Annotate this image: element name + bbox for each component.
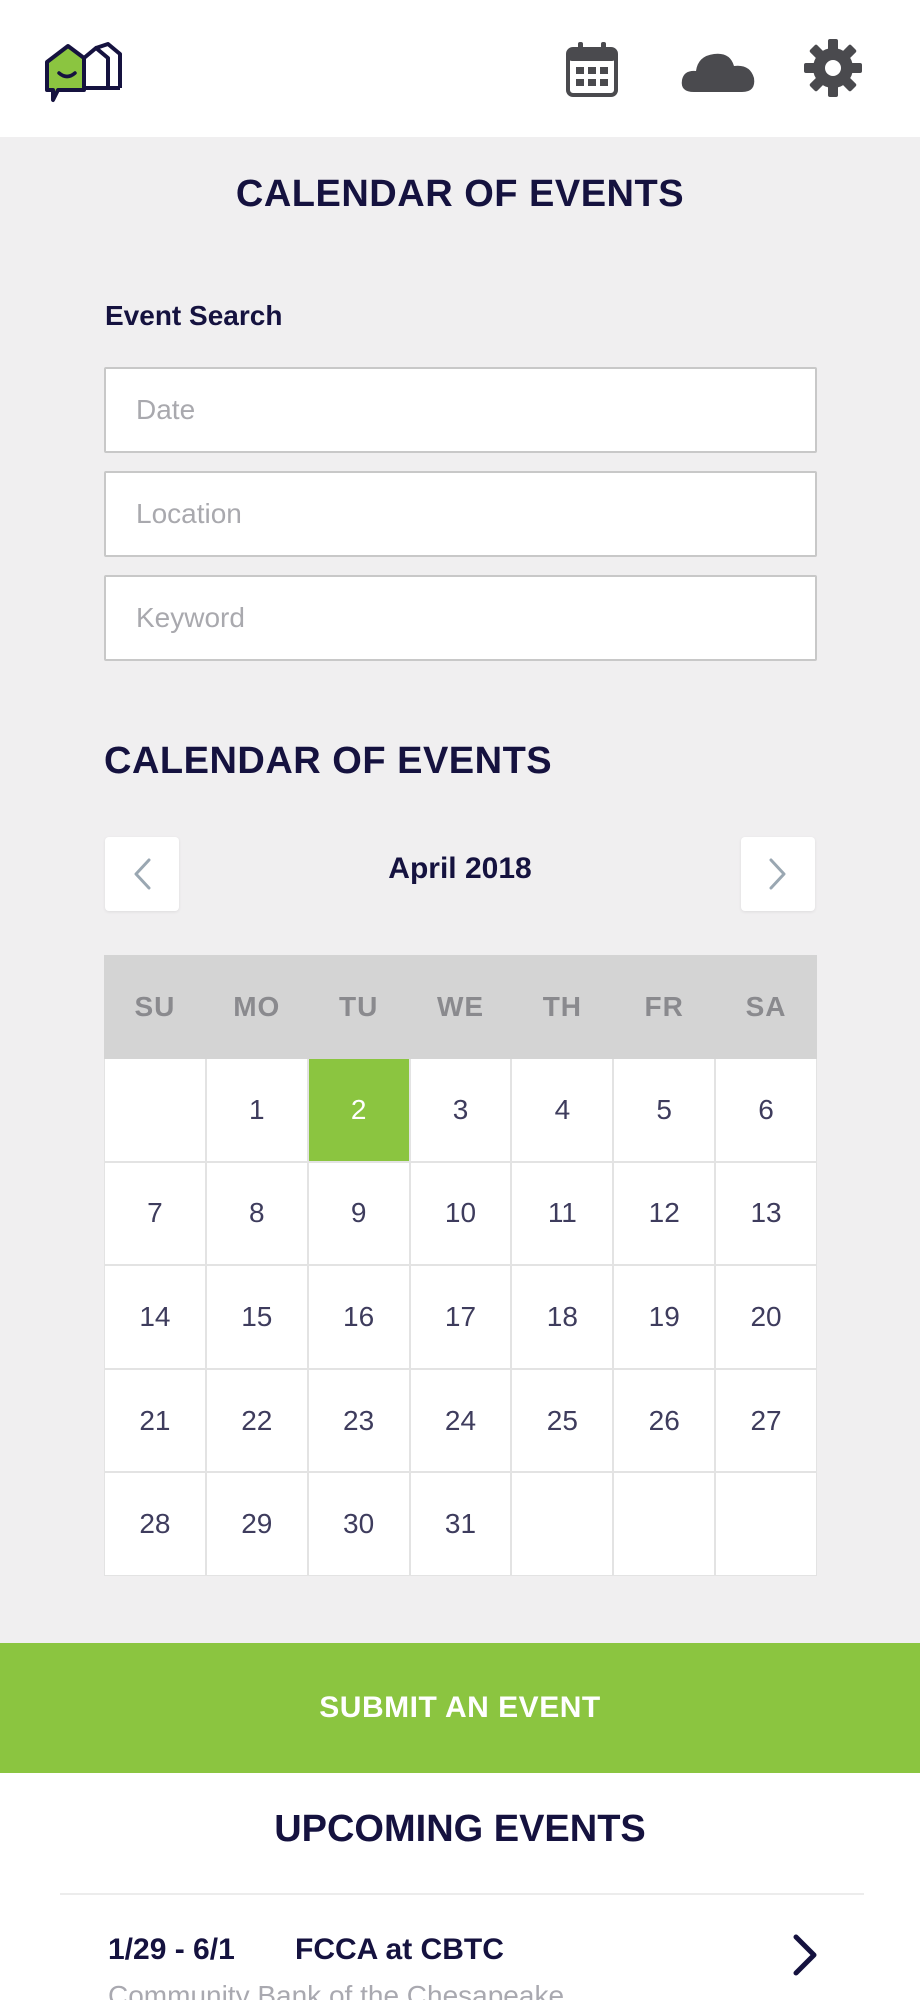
calendar-day-cell[interactable]: 11 (512, 1162, 613, 1265)
gear-icon[interactable] (803, 38, 863, 98)
calendar-icon[interactable] (565, 40, 619, 98)
calendar-day-cell[interactable]: 17 (410, 1266, 511, 1368)
calendar-day-cell[interactable]: 26 (614, 1369, 715, 1472)
event-date: 1/29 - 6/1 (108, 1933, 235, 1966)
calendar-day-cell[interactable]: 28 (105, 1473, 205, 1575)
calendar-title: CALENDAR OF EVENTS (104, 740, 553, 782)
calendar-day-cell[interactable]: 5 (614, 1059, 715, 1161)
calendar-day-cell[interactable]: 19 (614, 1266, 715, 1368)
weekday-label: MO (233, 991, 281, 1022)
calendar-day-selected[interactable]: 2 (308, 1059, 409, 1161)
previous-month-button[interactable] (105, 837, 179, 911)
calendar-day-cell[interactable]: 22 (206, 1369, 307, 1472)
keyword-field[interactable] (104, 575, 817, 661)
month-calendar: SU MO TU WE TH FR SA 1 2 3 4 5 6 7 8 9 10 11 12 13 14… (104, 955, 817, 1576)
calendar-day-cell[interactable]: 4 (512, 1059, 613, 1161)
calendar-day-cell[interactable]: 12 (614, 1162, 715, 1265)
weekday-label: TH (542, 991, 583, 1022)
divider (60, 1893, 864, 1895)
calendar-day-cell[interactable]: 25 (512, 1369, 613, 1472)
calendar-day-cell[interactable]: 7 (105, 1162, 205, 1265)
calendar-day-cell[interactable]: 23 (308, 1369, 409, 1472)
calendar-day-cell[interactable]: 8 (206, 1162, 307, 1265)
cloud-icon[interactable] (680, 48, 756, 94)
calendar-day-cell[interactable]: 30 (308, 1473, 409, 1575)
calendar-day-cell[interactable]: 24 (410, 1369, 511, 1472)
calendar-day-cell[interactable]: 31 (410, 1473, 511, 1575)
calendar-day-cell[interactable]: 18 (512, 1266, 613, 1368)
weekday-label: FR (644, 991, 684, 1022)
chevron-right-icon (769, 858, 786, 890)
calendar-day-grid: 1 2 3 4 5 6 7 8 9 10 11 12 13 14 15 16 17 18 19 20 21 22 23 24 2… (104, 1059, 817, 1576)
event-name: FCCA at CBTC (295, 1933, 504, 1966)
calendar-empty-cell (716, 1473, 816, 1575)
calendar-empty-cell (614, 1473, 715, 1575)
weekday-label: TU (338, 991, 379, 1022)
upcoming-events-title: UPCOMING EVENTS (274, 1808, 646, 1850)
calendar-day-cell[interactable]: 15 (206, 1266, 307, 1368)
upcoming-events-section: UPCOMING EVENTS 1/29 - 6/1 FCCA at CBTC … (0, 1773, 920, 2000)
submit-event-button[interactable]: SUBMIT AN EVENT (0, 1643, 920, 1773)
current-month-label: April 2018 (388, 852, 532, 885)
weekday-label: SA (745, 991, 787, 1022)
calendar-day-cell[interactable]: 9 (308, 1162, 409, 1265)
event-location: Community Bank of the Chesapeake (108, 1980, 565, 2000)
weekday-header: SU MO TU WE TH FR SA (104, 955, 817, 1059)
chevron-right-icon (793, 1934, 817, 1976)
weekday-label: SU (134, 991, 176, 1022)
calendar-empty-cell (512, 1473, 613, 1575)
calendar-day-cell[interactable]: 10 (410, 1162, 511, 1265)
page-title: CALENDAR OF EVENTS (235, 173, 685, 215)
top-header (0, 0, 920, 137)
app-logo-icon[interactable] (44, 40, 124, 104)
edge-strip (920, 0, 924, 2000)
calendar-day-cell[interactable]: 3 (410, 1059, 511, 1161)
date-field[interactable] (104, 367, 817, 453)
next-month-button[interactable] (741, 837, 815, 911)
calendar-day-cell[interactable]: 21 (105, 1369, 205, 1472)
calendar-day-cell[interactable]: 20 (716, 1266, 816, 1368)
calendar-day-cell[interactable]: 13 (716, 1162, 816, 1265)
weekday-label: WE (436, 991, 485, 1022)
app-frame: CALENDAR OF EVENTS Event Search CALENDAR… (0, 0, 920, 2000)
calendar-day-cell[interactable]: 6 (716, 1059, 816, 1161)
event-search-label: Event Search (105, 300, 283, 331)
calendar-day-cell[interactable]: 14 (105, 1266, 205, 1368)
chevron-left-icon (134, 858, 151, 890)
event-list-item[interactable]: 1/29 - 6/1 FCCA at CBTC Community Bank o… (0, 1903, 920, 2000)
location-field[interactable] (104, 471, 817, 557)
calendar-day-cell[interactable]: 27 (716, 1369, 816, 1472)
calendar-day-cell[interactable]: 1 (206, 1059, 307, 1161)
calendar-empty-cell (105, 1059, 205, 1161)
calendar-day-cell[interactable]: 16 (308, 1266, 409, 1368)
calendar-day-cell[interactable]: 29 (206, 1473, 307, 1575)
